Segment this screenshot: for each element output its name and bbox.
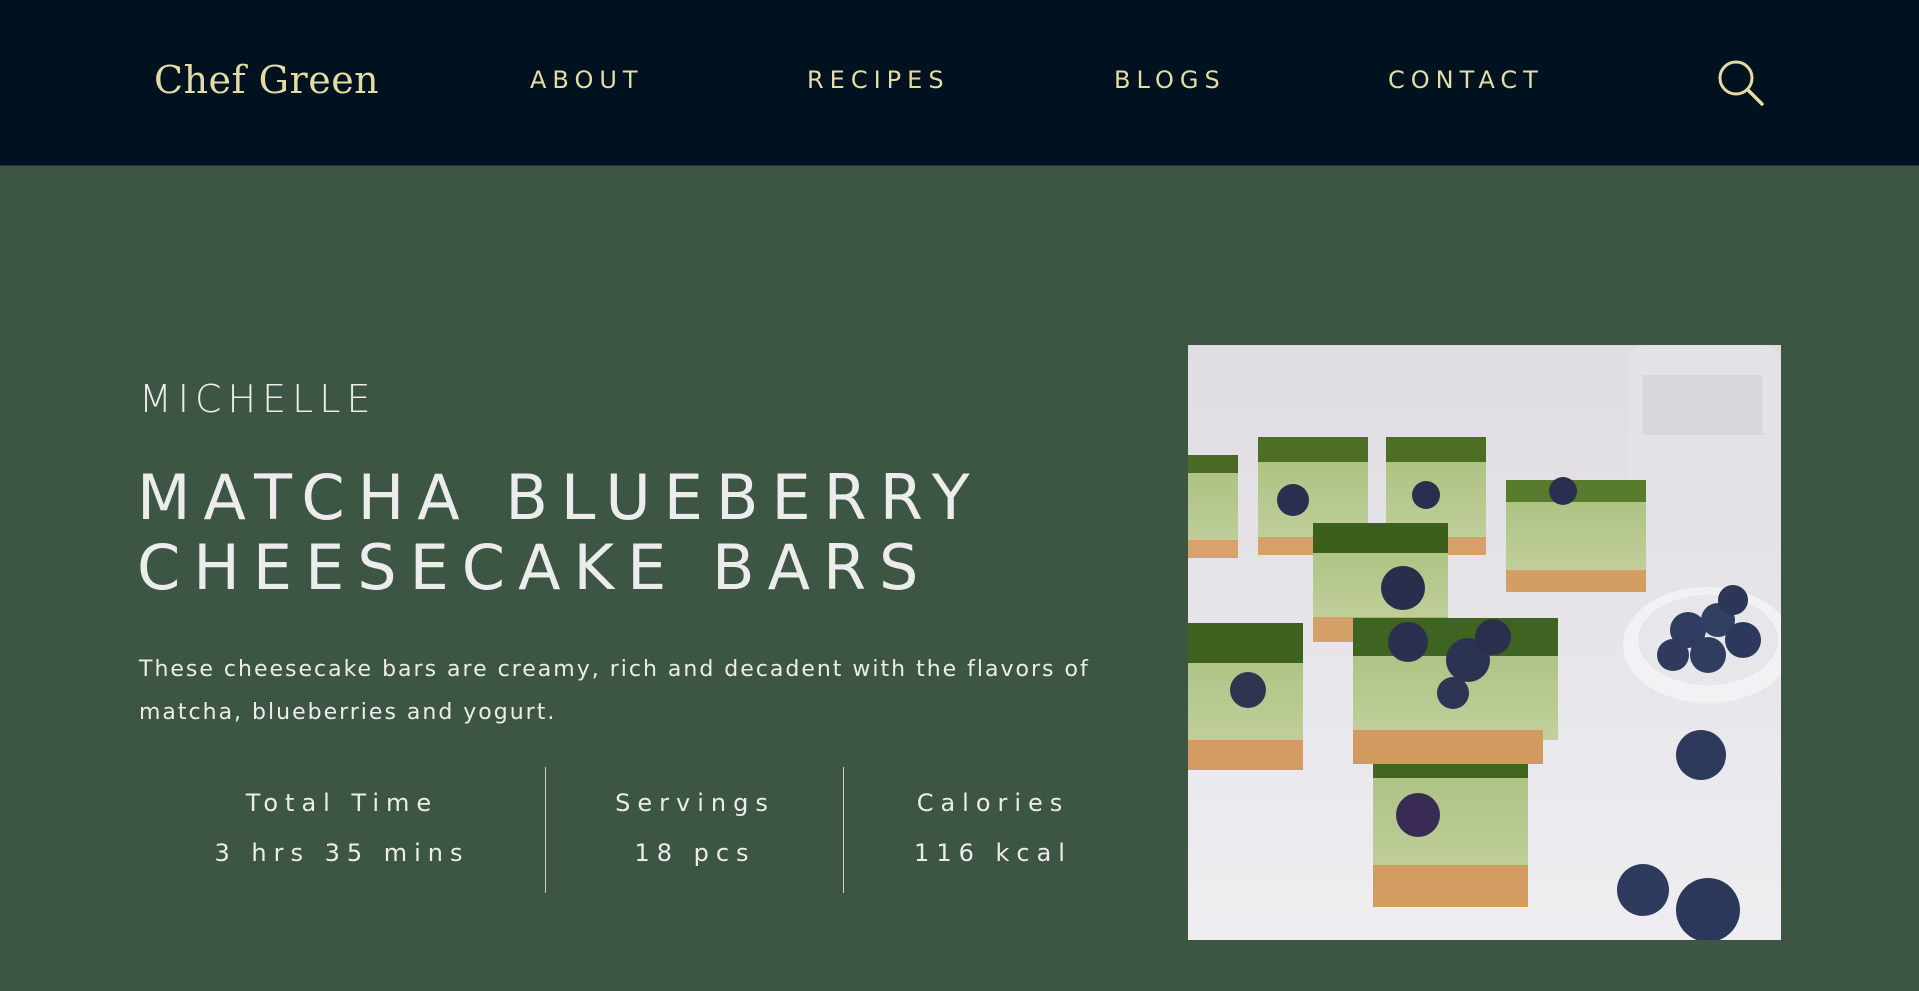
recipe-description: These cheesecake bars are creamy, rich a… [139, 657, 1090, 725]
stat-value: 116 kcal [914, 839, 1072, 867]
cheesecake-bars-illustration [1188, 345, 1781, 940]
recipe-title-line-1: MATCHA BLUEBERRY [137, 461, 983, 534]
recipe-title-line-2: CHEESECAKE BARS [137, 531, 932, 604]
recipe-title: MATCHA BLUEBERRY CHEESECAKE BARS [137, 463, 1137, 603]
stat-label: Servings [615, 789, 775, 817]
stat-value: 18 pcs [634, 839, 756, 867]
stat-total-time: Total Time 3 hrs 35 mins [139, 767, 545, 893]
stat-label: Total Time [245, 789, 439, 817]
nav-recipes[interactable]: RECIPES [807, 66, 950, 94]
stat-label: Calories [916, 789, 1070, 817]
nav-about[interactable]: ABOUT [530, 66, 644, 94]
recipe-stats: Total Time 3 hrs 35 mins Servings 18 pcs… [139, 767, 1099, 893]
recipe-author: MICHELLE [139, 377, 377, 421]
search-button[interactable] [1716, 58, 1766, 108]
stat-calories: Calories 116 kcal [844, 767, 1142, 893]
nav-blogs[interactable]: BLOGS [1114, 66, 1226, 94]
search-icon [1718, 60, 1764, 106]
recipe-photo [1188, 345, 1781, 940]
stat-value: 3 hrs 35 mins [214, 839, 470, 867]
nav-contact[interactable]: CONTACT [1388, 66, 1544, 94]
brand-logo[interactable]: Chef Green [154, 58, 379, 102]
top-navigation-bar: Chef Green ABOUT RECIPES BLOGS CONTACT [0, 0, 1919, 166]
stat-servings: Servings 18 pcs [546, 767, 844, 893]
